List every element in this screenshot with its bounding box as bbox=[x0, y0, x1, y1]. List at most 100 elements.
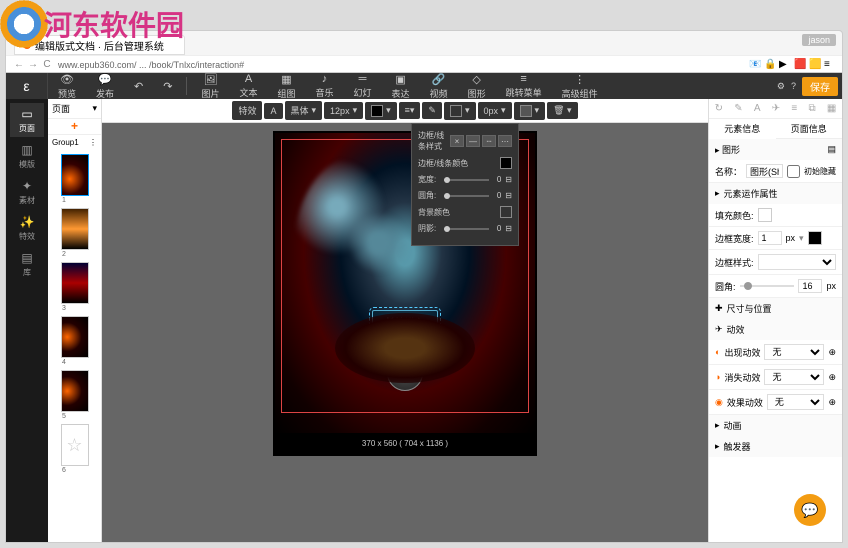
page-thumb[interactable] bbox=[61, 154, 89, 196]
name-input[interactable] bbox=[746, 164, 783, 178]
add-page-button[interactable]: + bbox=[48, 119, 101, 135]
back-button[interactable]: ← bbox=[12, 59, 26, 70]
page-thumb[interactable] bbox=[61, 370, 89, 412]
page-thumb[interactable] bbox=[61, 262, 89, 304]
send-icon[interactable]: ✈ bbox=[772, 103, 780, 114]
ext-icon[interactable]: 🟨 bbox=[809, 59, 821, 71]
list-icon[interactable]: ≡ bbox=[791, 103, 797, 114]
insert-image-button[interactable]: 🖼图片 bbox=[191, 73, 229, 100]
tab-page-info[interactable]: 页面信息 bbox=[776, 119, 843, 138]
style-solid[interactable]: — bbox=[466, 135, 480, 147]
text-icon[interactable]: A bbox=[754, 103, 761, 114]
border-width-input[interactable] bbox=[758, 231, 782, 245]
anim-fx-select[interactable]: 无 bbox=[767, 394, 825, 410]
refresh-icon[interactable]: ↻ bbox=[715, 103, 723, 114]
radius-slider[interactable] bbox=[444, 195, 489, 197]
font-select[interactable]: 黑体 ▾ bbox=[285, 101, 323, 120]
fx-button[interactable]: 特效 bbox=[232, 101, 262, 120]
border-color-swatch[interactable] bbox=[808, 231, 822, 245]
width-slider[interactable] bbox=[444, 179, 489, 181]
fill-color[interactable]: ▾ bbox=[514, 102, 546, 120]
insert-slide-button[interactable]: ═幻灯 bbox=[344, 73, 382, 99]
settings-button[interactable]: ⚙ bbox=[777, 81, 785, 92]
user-badge[interactable]: jason bbox=[802, 34, 836, 46]
section-anim[interactable]: ▸ 动画 bbox=[709, 415, 842, 436]
edit-icon[interactable]: ✎ bbox=[734, 103, 742, 114]
insert-music-button[interactable]: ♪音乐 bbox=[306, 73, 344, 99]
fill-swatch[interactable] bbox=[758, 208, 772, 222]
insert-advanced-button[interactable]: ⋮高级组件 bbox=[552, 73, 608, 100]
group-label[interactable]: Group1⋮ bbox=[48, 135, 101, 150]
collapse-icon[interactable]: ▤ bbox=[827, 144, 836, 155]
save-button[interactable]: 保存 bbox=[802, 77, 838, 96]
forward-button[interactable]: → bbox=[26, 59, 40, 70]
stepper-icon[interactable]: ⊟ bbox=[505, 224, 512, 233]
rail-library[interactable]: ▤库 bbox=[10, 247, 44, 281]
page-thumb[interactable] bbox=[61, 316, 89, 358]
border-style-select[interactable] bbox=[758, 254, 836, 270]
shadow-slider[interactable] bbox=[444, 228, 489, 230]
rail-assets[interactable]: ✦素材 bbox=[10, 175, 44, 209]
tab-element-info[interactable]: 元素信息 bbox=[709, 119, 776, 139]
grid-icon[interactable]: ▦ bbox=[827, 103, 836, 114]
style-dotted[interactable]: ⋯ bbox=[498, 135, 512, 147]
insert-video-button[interactable]: 🔗视频 bbox=[420, 73, 458, 100]
stroke-width[interactable]: 0px ▾ bbox=[478, 102, 512, 119]
preview-button[interactable]: 👁预览 bbox=[48, 73, 86, 100]
section-runtime[interactable]: ▸ 元素运作属性 bbox=[709, 183, 842, 204]
url-field[interactable]: www.epub360.com/ ... /book/Tnlxc/interac… bbox=[54, 60, 749, 70]
font-size-select[interactable]: 12px ▾ bbox=[324, 102, 363, 119]
section-trigger[interactable]: ▸ 触发器 bbox=[709, 436, 842, 457]
rail-pages[interactable]: ▭页面 bbox=[10, 103, 44, 137]
insert-shape-button[interactable]: ◇图形 bbox=[458, 73, 496, 100]
ext-icon[interactable]: 🔒 bbox=[764, 59, 776, 71]
publish-button[interactable]: 💬发布 bbox=[86, 73, 124, 100]
ext-icon[interactable]: ≡ bbox=[824, 59, 836, 71]
insert-menu-button[interactable]: ≡跳转菜单 bbox=[496, 73, 552, 99]
thumb-mode-select[interactable]: 页面▾ bbox=[48, 99, 101, 119]
reload-button[interactable]: C bbox=[40, 59, 54, 70]
style-dashed[interactable]: ┄ bbox=[482, 135, 496, 147]
ext-icon[interactable]: 🟥 bbox=[794, 59, 806, 71]
align-button[interactable]: ≡▾ bbox=[399, 102, 421, 119]
chevron-down-icon[interactable]: ▾ bbox=[799, 233, 804, 244]
section-shape[interactable]: ▸ 图形▤ bbox=[709, 139, 842, 160]
stepper-icon[interactable]: ⊟ bbox=[505, 175, 512, 184]
insert-gallery-button[interactable]: ▦组图 bbox=[268, 73, 306, 100]
hidden-checkbox[interactable] bbox=[787, 165, 800, 178]
rail-templates[interactable]: ▥模版 bbox=[10, 139, 44, 173]
color-swatch[interactable] bbox=[500, 157, 512, 169]
cta-button-element[interactable]: 长按进入 bbox=[372, 310, 438, 333]
add-icon[interactable]: ⊕ bbox=[828, 372, 836, 383]
color-swatch[interactable] bbox=[500, 206, 512, 218]
section-motion[interactable]: ✈ 动效 bbox=[709, 319, 842, 340]
brand-icon[interactable]: ε bbox=[6, 73, 48, 99]
ext-icon[interactable]: ▶ bbox=[779, 59, 791, 71]
insert-text-button[interactable]: A文本 bbox=[229, 73, 267, 99]
anim-show-select[interactable]: 无 bbox=[764, 344, 824, 360]
stroke-tool[interactable]: ✎ bbox=[422, 102, 442, 119]
chat-fab[interactable]: 💬 bbox=[794, 494, 826, 526]
undo-button[interactable]: ↶ bbox=[124, 80, 153, 93]
layer-button[interactable]: 🗑 ▾ bbox=[547, 102, 577, 119]
redo-button[interactable]: ↷ bbox=[153, 80, 182, 93]
page-thumb[interactable] bbox=[61, 208, 89, 250]
copy-icon[interactable]: ⧉ bbox=[808, 103, 815, 114]
browser-tab[interactable]: 编辑版式文档 · 后台管理系统 bbox=[14, 35, 185, 55]
help-button[interactable]: ? bbox=[791, 81, 796, 91]
insert-form-button[interactable]: ▣表达 bbox=[382, 73, 420, 100]
fingerprint-icon[interactable] bbox=[387, 355, 423, 391]
radius-input[interactable] bbox=[798, 279, 822, 293]
close-icon[interactable]: × bbox=[450, 135, 464, 147]
ext-icon[interactable]: 📧 bbox=[749, 59, 761, 71]
font-color[interactable]: ▾ bbox=[365, 102, 397, 120]
rail-effects[interactable]: ✨特效 bbox=[10, 211, 44, 245]
add-icon[interactable]: ⊕ bbox=[828, 347, 836, 358]
font-icon-button[interactable]: A bbox=[264, 103, 282, 119]
add-icon[interactable]: ⊕ bbox=[828, 397, 836, 408]
stroke-color[interactable]: ▾ bbox=[444, 102, 476, 120]
stepper-icon[interactable]: ⊟ bbox=[505, 191, 512, 200]
anim-hide-select[interactable]: 无 bbox=[764, 369, 824, 385]
page-thumb[interactable]: ☆ bbox=[61, 424, 89, 466]
radius-slider[interactable] bbox=[740, 285, 795, 287]
